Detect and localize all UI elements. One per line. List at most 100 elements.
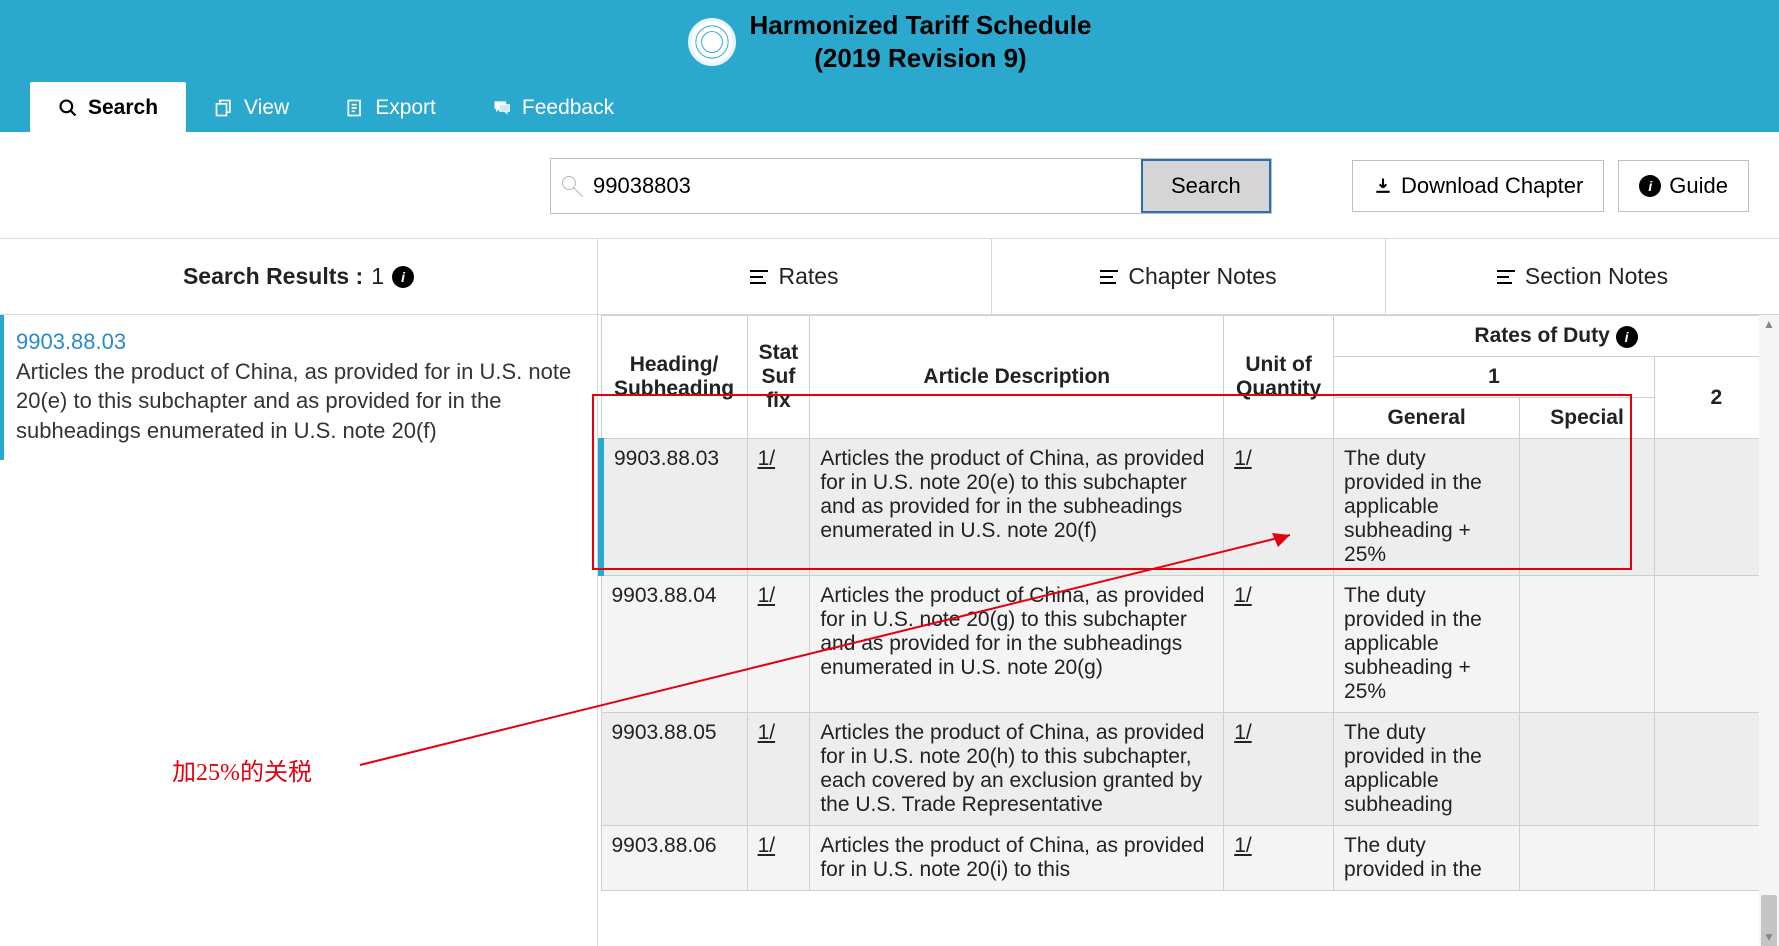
th-general: General [1334,398,1520,439]
search-input[interactable] [551,161,1141,211]
th-description: Article Description [810,316,1224,439]
tariff-table: Heading/ Subheading Stat Suf fix Article… [598,315,1779,891]
th-suffix: Stat Suf fix [747,316,810,439]
cell-special [1520,713,1655,826]
search-result-item[interactable]: 9903.88.03 Articles the product of China… [0,315,597,460]
download-label: Download Chapter [1401,173,1583,199]
tariff-table-wrap[interactable]: Heading/ Subheading Stat Suf fix Article… [598,315,1779,946]
cell-general: The duty provided in the applicable subh… [1334,576,1520,713]
cell-unit: 1/ [1224,576,1334,713]
search-box: Search [550,158,1272,214]
toolbar: Search Download Chapter i Guide [0,132,1779,239]
scroll-up-arrow[interactable]: ▲ [1759,315,1779,333]
content-subtabs: Rates Chapter Notes Section Notes [598,239,1779,315]
list-icon [1100,270,1118,284]
list-icon [1497,270,1515,284]
results-label: Search Results : [183,263,363,290]
guide-label: Guide [1669,173,1728,199]
footnote-link[interactable]: 1/ [758,721,776,744]
app-subtitle: (2019 Revision 9) [750,43,1092,74]
th-heading: Heading/ Subheading [601,316,747,439]
main-area: Search Results : 1 i 9903.88.03 Articles… [0,239,1779,946]
info-icon[interactable]: i [392,266,414,288]
search-results-header: Search Results : 1 i [0,239,597,315]
info-icon[interactable]: i [1616,326,1638,348]
th-rates: Rates of Duty i [1334,316,1779,357]
result-code: 9903.88.03 [16,327,581,357]
cell-special [1520,826,1655,891]
footnote-link[interactable]: 1/ [1234,834,1252,857]
table-row[interactable]: 9903.88.05 1/Articles the product of Chin… [601,713,1779,826]
tab-label: View [244,96,289,120]
scroll-down-arrow[interactable]: ▼ [1759,928,1779,946]
seal-icon [688,18,736,66]
result-description: Articles the product of China, as provid… [16,357,581,446]
table-row[interactable]: 9903.88.04 1/Articles the product of Chin… [601,576,1779,713]
subtab-rates[interactable]: Rates [598,239,992,314]
th-rate1: 1 [1334,357,1655,398]
cell-unit: 1/ [1224,439,1334,576]
th-unit: Unit of Quantity [1224,316,1334,439]
content-panel: Rates Chapter Notes Section Notes Headin… [598,239,1779,946]
footnote-link[interactable]: 1/ [758,447,776,470]
footnote-link[interactable]: 1/ [1234,721,1252,744]
subtab-section-notes[interactable]: Section Notes [1386,239,1779,314]
vertical-scrollbar[interactable]: ▲ ▼ [1759,315,1779,946]
subtab-chapter-notes[interactable]: Chapter Notes [992,239,1386,314]
header-title-block: Harmonized Tariff Schedule (2019 Revisio… [0,4,1779,82]
cell-suffix: 1/ [747,826,810,891]
cell-desc: Articles the product of China, as provid… [810,826,1224,891]
cell-heading: 9903.88.04 [601,576,747,713]
cell-heading: 9903.88.06 [601,826,747,891]
cell-desc: Articles the product of China, as provid… [810,713,1224,826]
export-icon [345,98,365,118]
app-title: Harmonized Tariff Schedule [750,10,1092,41]
download-chapter-button[interactable]: Download Chapter [1352,160,1604,212]
table-row[interactable]: 9903.88.03 1/Articles the product of Chin… [601,439,1779,576]
cell-unit: 1/ [1224,826,1334,891]
footnote-link[interactable]: 1/ [758,834,776,857]
tab-feedback[interactable]: Feedback [464,82,642,132]
cell-heading: 9903.88.03 [601,439,747,576]
results-count: 1 [371,263,384,290]
tab-search[interactable]: Search [30,82,186,132]
cell-suffix: 1/ [747,439,810,576]
subtab-label: Section Notes [1525,263,1668,290]
primary-tabs: Search View Export Feedback [0,82,1779,132]
cell-heading: 9903.88.05 [601,713,747,826]
tab-label: Feedback [522,96,614,120]
copy-icon [214,98,234,118]
tab-export[interactable]: Export [317,82,464,132]
table-row[interactable]: 9903.88.06 1/Articles the product of Chin… [601,826,1779,891]
cell-desc: Articles the product of China, as provid… [810,576,1224,713]
subtab-label: Rates [778,263,838,290]
tab-view[interactable]: View [186,82,317,132]
cell-suffix: 1/ [747,576,810,713]
app-header: Harmonized Tariff Schedule (2019 Revisio… [0,0,1779,132]
subtab-label: Chapter Notes [1128,263,1276,290]
tab-label: Search [88,96,158,120]
search-button[interactable]: Search [1141,159,1271,213]
download-icon [1373,176,1393,196]
footnote-link[interactable]: 1/ [1234,447,1252,470]
tab-label: Export [375,96,436,120]
cell-general: The duty provided in the applicable subh… [1334,713,1520,826]
footnote-link[interactable]: 1/ [1234,584,1252,607]
cell-general: The duty provided in the [1334,826,1520,891]
cell-unit: 1/ [1224,713,1334,826]
cell-desc: Articles the product of China, as provid… [810,439,1224,576]
th-special: Special [1520,398,1655,439]
list-icon [750,270,768,284]
footnote-link[interactable]: 1/ [758,584,776,607]
cell-suffix: 1/ [747,713,810,826]
chat-icon [492,98,512,118]
sidebar: Search Results : 1 i 9903.88.03 Articles… [0,239,598,946]
th-rates-label: Rates of Duty [1474,324,1609,347]
cell-general: The duty provided in the applicable subh… [1334,439,1520,576]
annotation-text: 加25%的关税 [172,752,312,787]
guide-button[interactable]: i Guide [1618,160,1749,212]
search-icon [58,98,78,118]
cell-special [1520,576,1655,713]
info-icon: i [1639,175,1661,197]
cell-special [1520,439,1655,576]
